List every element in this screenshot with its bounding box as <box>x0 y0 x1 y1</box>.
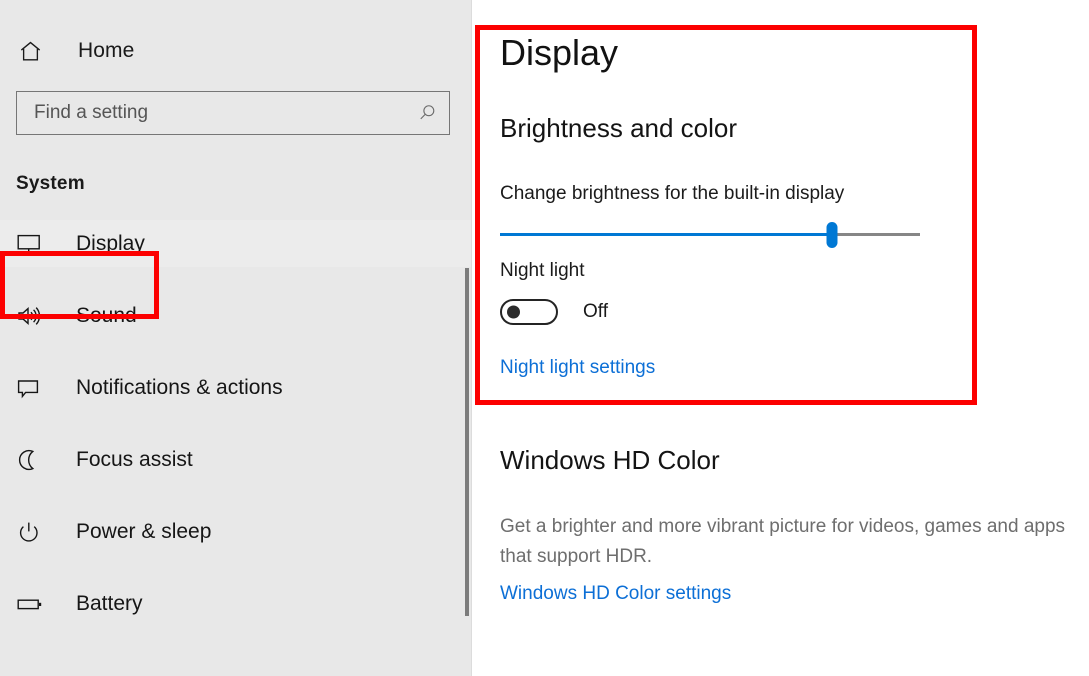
night-light-label: Night light <box>500 260 585 282</box>
toggle-knob <box>507 306 520 319</box>
sidebar-item-display[interactable]: Display <box>0 220 472 267</box>
sidebar-item-sound-label: Sound <box>76 304 137 328</box>
windows-hd-color-description: Get a brighter and more vibrant picture … <box>500 512 1089 572</box>
sidebar-item-display-label: Display <box>76 232 145 256</box>
sidebar-section-title: System <box>0 173 472 195</box>
display-settings-panel: Display Brightness and color Change brig… <box>472 0 1089 676</box>
home-icon <box>18 39 52 64</box>
sidebar-item-focus-assist-label: Focus assist <box>76 448 193 472</box>
settings-sidebar: Home System Displ <box>0 0 472 676</box>
sidebar-item-focus-assist[interactable]: Focus assist <box>0 436 472 483</box>
speaker-icon <box>16 304 46 328</box>
brightness-slider-label: Change brightness for the built-in displ… <box>500 183 844 205</box>
sidebar-item-power-sleep[interactable]: Power & sleep <box>0 508 472 555</box>
night-light-toggle[interactable] <box>500 299 558 325</box>
sidebar-item-home[interactable]: Home <box>0 28 472 74</box>
slider-fill <box>500 233 832 236</box>
power-icon <box>16 520 46 544</box>
sidebar-item-notifications[interactable]: Notifications & actions <box>0 364 472 411</box>
night-light-toggle-row: Off <box>500 299 608 325</box>
slider-thumb[interactable] <box>826 222 837 248</box>
speech-bubble-icon <box>16 376 46 400</box>
night-light-settings-link[interactable]: Night light settings <box>500 357 655 379</box>
brightness-section-highlight-annotation <box>475 25 977 405</box>
page-title: Display <box>500 32 618 74</box>
sidebar-home-label: Home <box>78 39 134 63</box>
sidebar-item-battery[interactable]: Battery <box>0 580 472 627</box>
sidebar-nav-list: Display Sound <box>0 220 472 627</box>
sidebar-item-battery-label: Battery <box>76 592 143 616</box>
brightness-and-color-heading: Brightness and color <box>500 113 737 144</box>
windows-hd-color-settings-link[interactable]: Windows HD Color settings <box>500 583 731 605</box>
battery-icon <box>16 592 46 616</box>
night-light-toggle-state: Off <box>583 301 608 323</box>
sidebar-item-notifications-label: Notifications & actions <box>76 376 283 400</box>
monitor-icon <box>16 232 46 256</box>
search-icon[interactable] <box>405 92 449 134</box>
search-box[interactable] <box>16 91 450 135</box>
sidebar-scrollbar[interactable] <box>465 268 469 616</box>
moon-icon <box>16 448 46 472</box>
sidebar-item-power-sleep-label: Power & sleep <box>76 520 211 544</box>
windows-hd-color-heading: Windows HD Color <box>500 445 720 476</box>
sidebar-item-sound[interactable]: Sound <box>0 292 472 339</box>
brightness-slider[interactable] <box>500 222 920 248</box>
search-input[interactable] <box>17 91 405 135</box>
settings-window: Home System Displ <box>0 0 1089 676</box>
